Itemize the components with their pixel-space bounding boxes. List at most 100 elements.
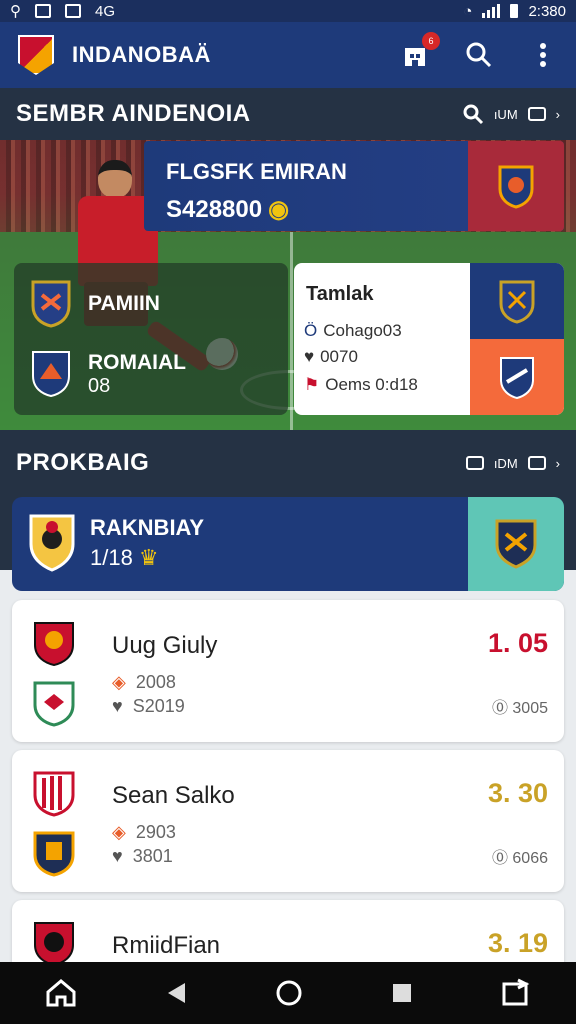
shield-crest-icon bbox=[33, 831, 75, 877]
side-stat: ⓪ 3005 bbox=[491, 700, 548, 717]
stats-row: ⚑ Oems 0:d18 bbox=[304, 375, 418, 395]
highlight-value-row: 1/18 ♛ bbox=[90, 545, 159, 571]
export-icon[interactable] bbox=[527, 107, 546, 121]
highlight-title: RAKNBIAY bbox=[90, 515, 205, 540]
app-actions: 6 bbox=[400, 32, 558, 70]
stat-row: ♥ 3801 bbox=[112, 846, 173, 867]
team-crest bbox=[468, 497, 564, 591]
stat-row: ◈ 2903 bbox=[112, 822, 176, 843]
shield-crest-icon bbox=[29, 514, 75, 572]
coin-icon: ◉ bbox=[268, 196, 290, 223]
section-tools: ıDM › bbox=[465, 456, 560, 471]
shield-crest-icon bbox=[33, 771, 75, 817]
search-icon bbox=[466, 42, 492, 68]
rotate-icon[interactable] bbox=[500, 978, 532, 1008]
match-name: Uug Giuly bbox=[112, 632, 218, 659]
back-icon[interactable] bbox=[165, 981, 187, 1005]
matchup-team1: PAMIIN bbox=[30, 279, 160, 329]
matchup-card[interactable]: PAMIIN ROMAIAL 08 bbox=[14, 263, 288, 415]
stats-row: Ö Cohago03 bbox=[304, 321, 402, 341]
match-name: RmiidFian bbox=[112, 932, 221, 959]
stats-row: ♥ 0070 bbox=[304, 347, 358, 367]
shield-crest-icon bbox=[33, 681, 75, 727]
app-bar: INDANOBAÄ 6 bbox=[0, 22, 576, 88]
team-crest bbox=[470, 263, 564, 339]
badge-icon: ◈ bbox=[112, 672, 126, 692]
stats-value: 0070 bbox=[320, 347, 358, 366]
photo-icon bbox=[35, 4, 51, 18]
side-stat: ⓪ 6066 bbox=[491, 850, 548, 867]
stat-row: ◈ 2008 bbox=[112, 672, 176, 693]
home-circle-icon[interactable] bbox=[274, 978, 304, 1008]
app-logo[interactable] bbox=[18, 35, 54, 75]
team-crest bbox=[468, 141, 564, 231]
notifications-button[interactable]: 6 bbox=[400, 32, 440, 70]
stat-value: 2903 bbox=[135, 822, 176, 842]
chevron-right-icon[interactable]: › bbox=[556, 107, 560, 122]
section-tool-label[interactable]: ıDM bbox=[494, 456, 518, 471]
odds-value[interactable]: 3. 30 bbox=[488, 778, 548, 809]
featured-value: S428800 bbox=[166, 195, 263, 223]
stat-value: S2019 bbox=[132, 696, 185, 716]
chevron-right-icon[interactable]: › bbox=[556, 456, 560, 471]
more-button[interactable] bbox=[528, 40, 558, 70]
notification-badge: 6 bbox=[422, 32, 440, 50]
heart-icon: ♥ bbox=[304, 347, 315, 366]
system-nav-bar bbox=[0, 962, 576, 1024]
recents-icon[interactable] bbox=[391, 982, 413, 1004]
search-button[interactable] bbox=[464, 40, 494, 70]
heart-icon: ♥ bbox=[112, 846, 123, 866]
shield-crest-icon bbox=[31, 280, 71, 328]
more-vertical-icon bbox=[540, 43, 546, 67]
section-header-bottom: PROKBAIG ıDM › bbox=[0, 437, 576, 489]
app-title: INDANOBAÄ bbox=[72, 42, 211, 67]
battery-icon bbox=[510, 4, 519, 18]
section-title: SEMBR AINDENOIA bbox=[16, 100, 251, 127]
shield-crest-icon bbox=[499, 280, 535, 324]
export-icon[interactable] bbox=[527, 456, 546, 470]
matchup-team2: ROMAIAL 08 bbox=[30, 349, 186, 399]
shield-crest-icon bbox=[495, 519, 537, 569]
odds-value[interactable]: 1. 05 bbox=[488, 628, 548, 659]
shield-crest-icon bbox=[34, 922, 74, 967]
list-item[interactable]: Sean Salko 3. 30 ◈ 2903 ♥ 3801 ⓪ 6066 bbox=[12, 750, 564, 892]
stat-row: ♥ S2019 bbox=[112, 696, 185, 717]
team-crest bbox=[470, 339, 564, 415]
odds-value[interactable]: 3. 19 bbox=[488, 928, 548, 959]
team2-sub: 08 bbox=[88, 374, 111, 397]
team2-name: ROMAIAL bbox=[88, 350, 186, 374]
team1-name: PAMIIN bbox=[88, 292, 160, 315]
shield-crest-icon bbox=[500, 357, 534, 400]
status-right: ◔ 2:380 bbox=[463, 3, 566, 20]
stats-card[interactable]: Tamlak Ö Cohago03 ♥ 0070 ⚑ Oems 0:d18 bbox=[294, 263, 564, 415]
network-label: 4G bbox=[95, 2, 116, 20]
search-icon[interactable] bbox=[462, 103, 484, 125]
shield-crest-icon bbox=[34, 622, 74, 667]
status-bar: ⚲ 4G ◔ 2:380 bbox=[0, 0, 576, 22]
shield-crest-icon bbox=[32, 351, 70, 398]
list-icon[interactable] bbox=[465, 456, 484, 470]
stats-value: Cohago03 bbox=[323, 321, 402, 340]
message-icon bbox=[65, 4, 81, 18]
stat-value: 3801 bbox=[132, 846, 173, 866]
section-tool-label[interactable]: ıUM bbox=[494, 107, 518, 122]
home-icon[interactable] bbox=[44, 978, 78, 1008]
heart-icon: ♥ bbox=[112, 696, 123, 716]
signal-icon bbox=[482, 4, 501, 18]
highlight-card[interactable]: RAKNBIAY 1/18 ♛ bbox=[12, 497, 564, 591]
wifi-calling-icon: ⚲ bbox=[10, 3, 21, 20]
status-left: ⚲ 4G bbox=[10, 2, 116, 21]
wifi-icon: ◔ bbox=[463, 2, 473, 20]
stat-value: 2008 bbox=[135, 672, 176, 692]
highlight-value: 1/18 bbox=[90, 545, 133, 570]
stats-value: Oems 0:d18 bbox=[325, 375, 418, 394]
trophy-icon: ♛ bbox=[138, 545, 159, 570]
info-icon: Ö bbox=[304, 321, 318, 340]
stats-title: Tamlak bbox=[306, 283, 374, 305]
featured-match-card[interactable]: FLGSFK EMIRAN S428800 ◉ bbox=[144, 141, 564, 231]
list-item[interactable]: Uug Giuly 1. 05 ◈ 2008 ♥ S2019 ⓪ 3005 bbox=[12, 600, 564, 742]
section-header-top: SEMBR AINDENOIA ıUM › bbox=[0, 88, 576, 140]
team2-text: ROMAIAL 08 bbox=[88, 351, 186, 398]
section-title: PROKBAIG bbox=[16, 449, 150, 476]
section-tools: ıUM › bbox=[462, 103, 560, 125]
